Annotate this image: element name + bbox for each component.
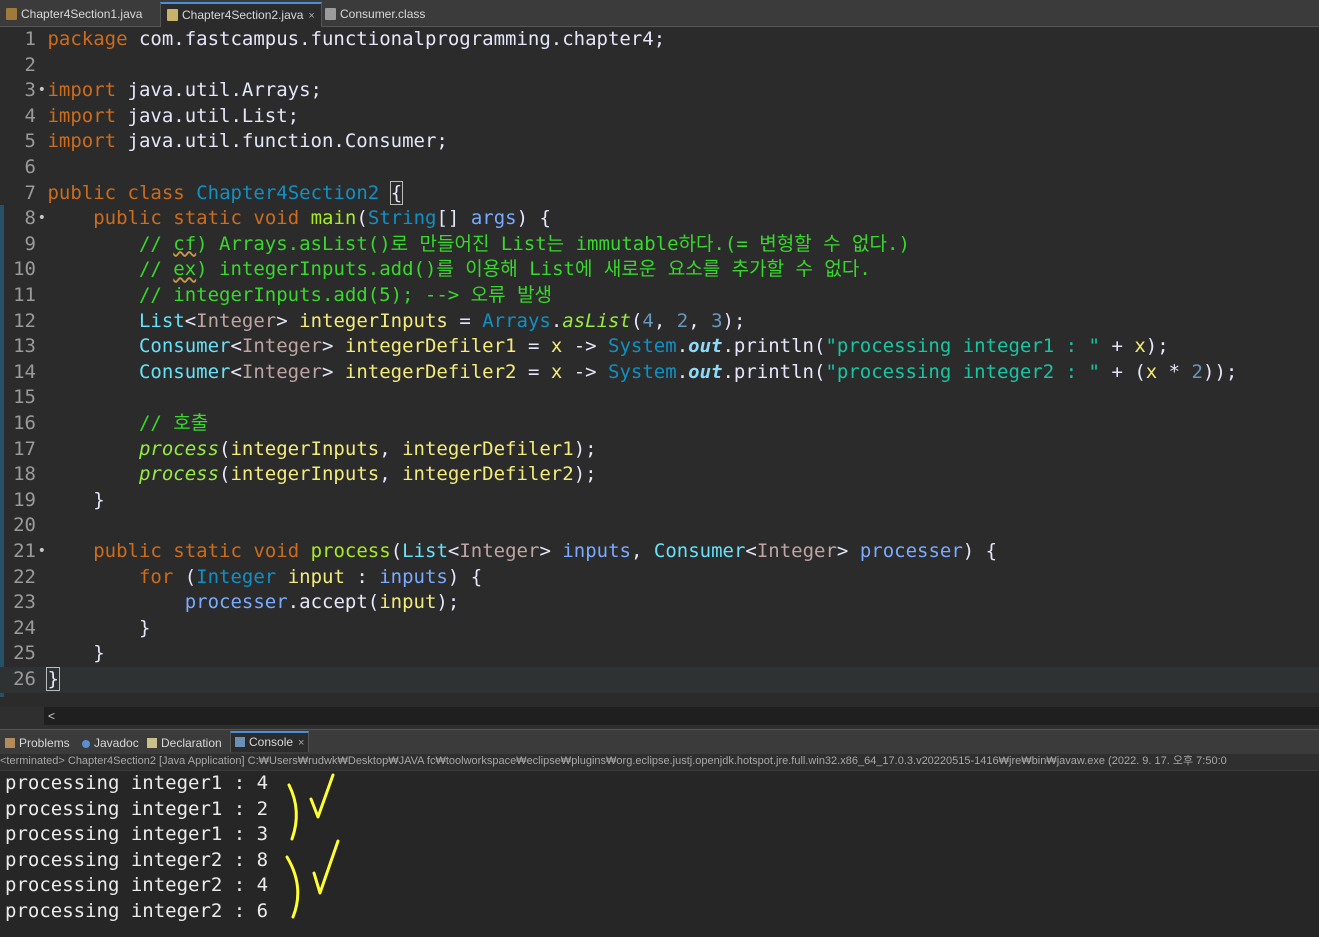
code-editor[interactable]: 1 package com.fastcampus.functionalprogr… xyxy=(0,27,1319,707)
fold-marker-icon[interactable]: • xyxy=(38,539,46,565)
line-number: 2 xyxy=(24,53,36,76)
line-number: 5 xyxy=(24,130,36,153)
close-icon[interactable]: × xyxy=(308,10,314,22)
tab-problems[interactable]: Problems xyxy=(5,734,70,752)
code-line-24: 24 } xyxy=(0,616,1319,642)
code-line-25: 25 } xyxy=(0,641,1319,667)
line-number: 22 xyxy=(13,565,36,588)
code-line-22: 22 for (Integer input : inputs) { xyxy=(0,565,1319,591)
text-caret xyxy=(58,669,60,689)
console-line: processing integer1 : 2 xyxy=(5,797,269,820)
code-line-2: 2 xyxy=(0,53,1319,79)
line-number: 6 xyxy=(24,156,36,178)
code-line-13: 13 Consumer<Integer> integerDefiler1 = x… xyxy=(0,334,1319,360)
line-number: 18 xyxy=(13,463,36,486)
line-number: 10 xyxy=(13,258,36,281)
fold-marker-icon[interactable]: • xyxy=(38,206,46,232)
code-line-17: 17 process(integerInputs, integerDefiler… xyxy=(0,437,1319,463)
line-number: 8 • xyxy=(0,206,46,232)
console-line: processing integer1 : 3 xyxy=(5,823,269,846)
tab-label: Javadoc xyxy=(94,736,139,750)
java-file-icon xyxy=(167,9,178,21)
line-number: 21 • xyxy=(0,539,46,565)
editor-tab-bar: Chapter4Section1.java Chapter4Section2.j… xyxy=(0,0,1319,28)
console-output[interactable]: processing integer1 : 4 processing integ… xyxy=(0,771,1319,937)
code-line-15: 15 xyxy=(0,385,1319,411)
tab-javadoc[interactable]: Javadoc xyxy=(82,734,139,752)
line-number: 14 xyxy=(13,360,36,383)
line-number: 16 xyxy=(13,412,36,434)
view-tab-bar: Problems Javadoc Declaration Console × xyxy=(0,729,1319,754)
code-line-9: 9 // cf) Arrays.asList()로 만들어진 List는 imm… xyxy=(0,232,1319,258)
line-number: 11 xyxy=(13,284,36,306)
code-line-23: 23 processer.accept(input); xyxy=(0,590,1319,616)
javadoc-icon xyxy=(82,740,90,748)
tab-label: Problems xyxy=(19,736,70,750)
line-number: 20 xyxy=(13,514,36,537)
tab-label: Consumer.class xyxy=(340,7,426,21)
line-number: 19 xyxy=(13,488,36,511)
line-number: 17 xyxy=(13,437,36,460)
code-line-16: 16 // 호출 xyxy=(0,411,1319,437)
line-number: 12 xyxy=(13,309,36,332)
console-line: processing integer2 : 6 xyxy=(5,900,269,922)
tab-chapter4section1[interactable]: Chapter4Section1.java xyxy=(6,4,142,24)
line-number: 15 xyxy=(13,386,36,409)
line-number: 9 xyxy=(24,232,36,255)
tab-console[interactable]: Console × xyxy=(230,731,310,752)
java-file-icon xyxy=(6,8,17,20)
tab-declaration[interactable]: Declaration xyxy=(147,734,222,752)
code-line-5: 5 import java.util.function.Consumer; xyxy=(0,129,1319,155)
code-line-18: 18 process(integerInputs, integerDefiler… xyxy=(0,462,1319,488)
console-line: processing integer1 : 4 xyxy=(5,772,269,794)
declaration-icon xyxy=(147,738,157,748)
tab-chapter4section2[interactable]: Chapter4Section2.java × xyxy=(160,2,322,28)
code-line-14: 14 Consumer<Integer> integerDefiler2 = x… xyxy=(0,360,1319,386)
code-line-20: 20 xyxy=(0,513,1319,539)
tab-label: Chapter4Section2.java xyxy=(182,8,304,22)
line-number: 1 xyxy=(24,28,36,50)
editor-horizontal-scrollbar[interactable]: < xyxy=(44,707,1319,725)
console-status-line: <terminated> Chapter4Section2 [Java Appl… xyxy=(0,754,1319,771)
line-number: 4 xyxy=(24,104,36,127)
line-number: 24 xyxy=(13,616,36,639)
tab-consumer-class[interactable]: Consumer.class xyxy=(325,4,425,24)
fold-marker-icon[interactable]: • xyxy=(38,78,46,104)
code-line-12: 12 List<Integer> integerInputs = Arrays.… xyxy=(0,309,1319,335)
line-number: 26 xyxy=(13,668,36,690)
line-number: 7 xyxy=(24,181,36,204)
code-line-10: 10 // ex) integerInputs.add()를 이용해 List에… xyxy=(0,257,1319,283)
line-number: 13 xyxy=(13,335,36,358)
code-line-3: 3 • import java.util.Arrays; xyxy=(0,78,1319,104)
problems-icon xyxy=(5,738,15,748)
console-icon xyxy=(235,737,245,747)
code-line-11: 11 // integerInputs.add(5); --> 오류 발생 xyxy=(0,283,1319,309)
line-number: 23 xyxy=(13,591,36,614)
code-line-21: 21 • public static void process(List<Inte… xyxy=(0,539,1319,565)
code-line-26: 26 } xyxy=(0,667,1319,693)
line-number: 3 • xyxy=(0,78,46,104)
tab-label: Chapter4Section1.java xyxy=(21,7,143,21)
line-number: 25 xyxy=(13,642,36,665)
scroll-left-icon[interactable]: < xyxy=(48,709,55,723)
tab-label: Console xyxy=(249,735,294,749)
console-line: processing integer2 : 8 xyxy=(5,848,269,871)
class-file-icon xyxy=(325,8,336,20)
code-line-1: 1 package com.fastcampus.functionalprogr… xyxy=(0,27,1319,53)
tab-label: Declaration xyxy=(161,736,222,750)
close-icon[interactable]: × xyxy=(298,737,304,749)
code-line-6: 6 xyxy=(0,155,1319,181)
code-line-8: 8 • public static void main(String[] args… xyxy=(0,206,1319,232)
console-line: processing integer2 : 4 xyxy=(5,874,269,897)
code-line-19: 19 } xyxy=(0,488,1319,514)
code-line-4: 4 import java.util.List; xyxy=(0,104,1319,130)
code-line-7: 7 public class Chapter4Section2 { xyxy=(0,180,1319,207)
